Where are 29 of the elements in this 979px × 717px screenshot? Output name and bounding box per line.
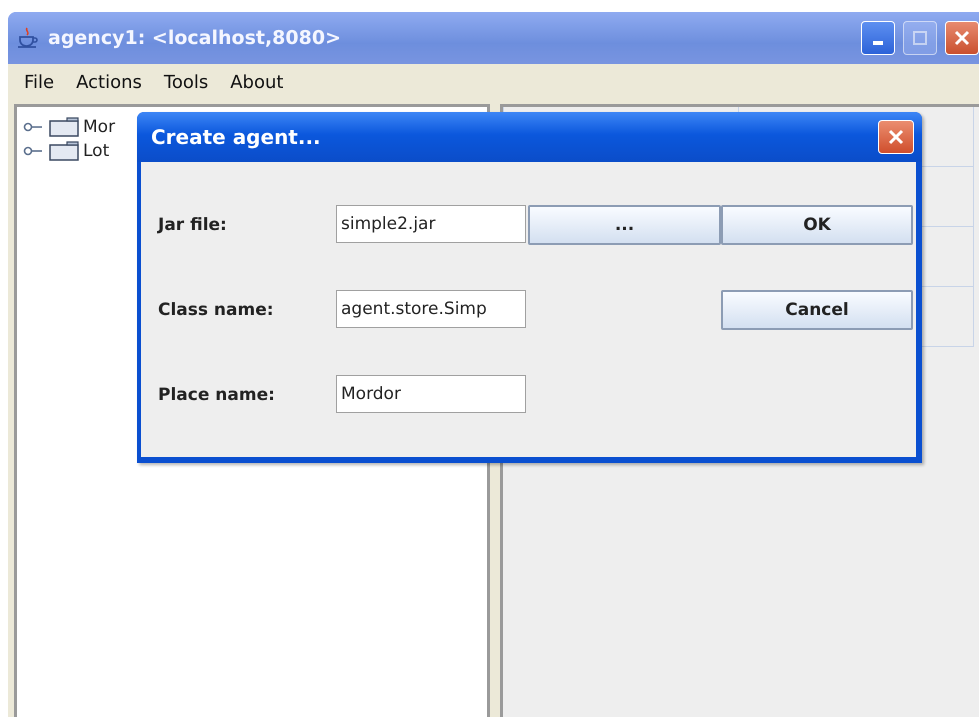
minimize-button[interactable] bbox=[861, 21, 895, 55]
menu-item[interactable]: Actions bbox=[66, 70, 152, 94]
dialog-button[interactable]: Cancel bbox=[721, 290, 913, 330]
close-icon bbox=[886, 127, 906, 147]
coffee-cup-icon bbox=[16, 26, 40, 50]
close-icon bbox=[952, 28, 972, 48]
expand-handle-icon[interactable] bbox=[23, 120, 45, 134]
menu-item[interactable]: About bbox=[220, 70, 294, 94]
tree-item[interactable]: Lot bbox=[83, 141, 110, 161]
dialog-button[interactable]: OK bbox=[721, 205, 913, 245]
folder-icon bbox=[49, 141, 79, 161]
maximize-icon bbox=[912, 30, 928, 46]
menu-item[interactable]: File bbox=[14, 70, 64, 94]
input-field[interactable]: simple2.jar bbox=[336, 205, 526, 243]
minimize-icon bbox=[873, 41, 883, 45]
close-button[interactable] bbox=[945, 21, 979, 55]
input-field[interactable]: Mordor bbox=[336, 375, 526, 413]
dialog-button[interactable]: ... bbox=[528, 205, 721, 245]
input-field[interactable]: agent.store.Simp bbox=[336, 290, 526, 328]
close-button[interactable] bbox=[878, 120, 914, 154]
dialog-title: Create agent... bbox=[151, 125, 322, 149]
field-label: Jar file: bbox=[158, 215, 228, 235]
window-title: agency1: <localhost,8080> bbox=[48, 27, 342, 49]
menu-item[interactable]: Tools bbox=[154, 70, 218, 94]
folder-icon bbox=[49, 117, 79, 137]
expand-handle-icon[interactable] bbox=[23, 144, 45, 158]
field-label: Place name: bbox=[158, 385, 276, 405]
field-label: Class name: bbox=[158, 300, 275, 320]
tree-item[interactable]: Mor bbox=[83, 117, 116, 137]
